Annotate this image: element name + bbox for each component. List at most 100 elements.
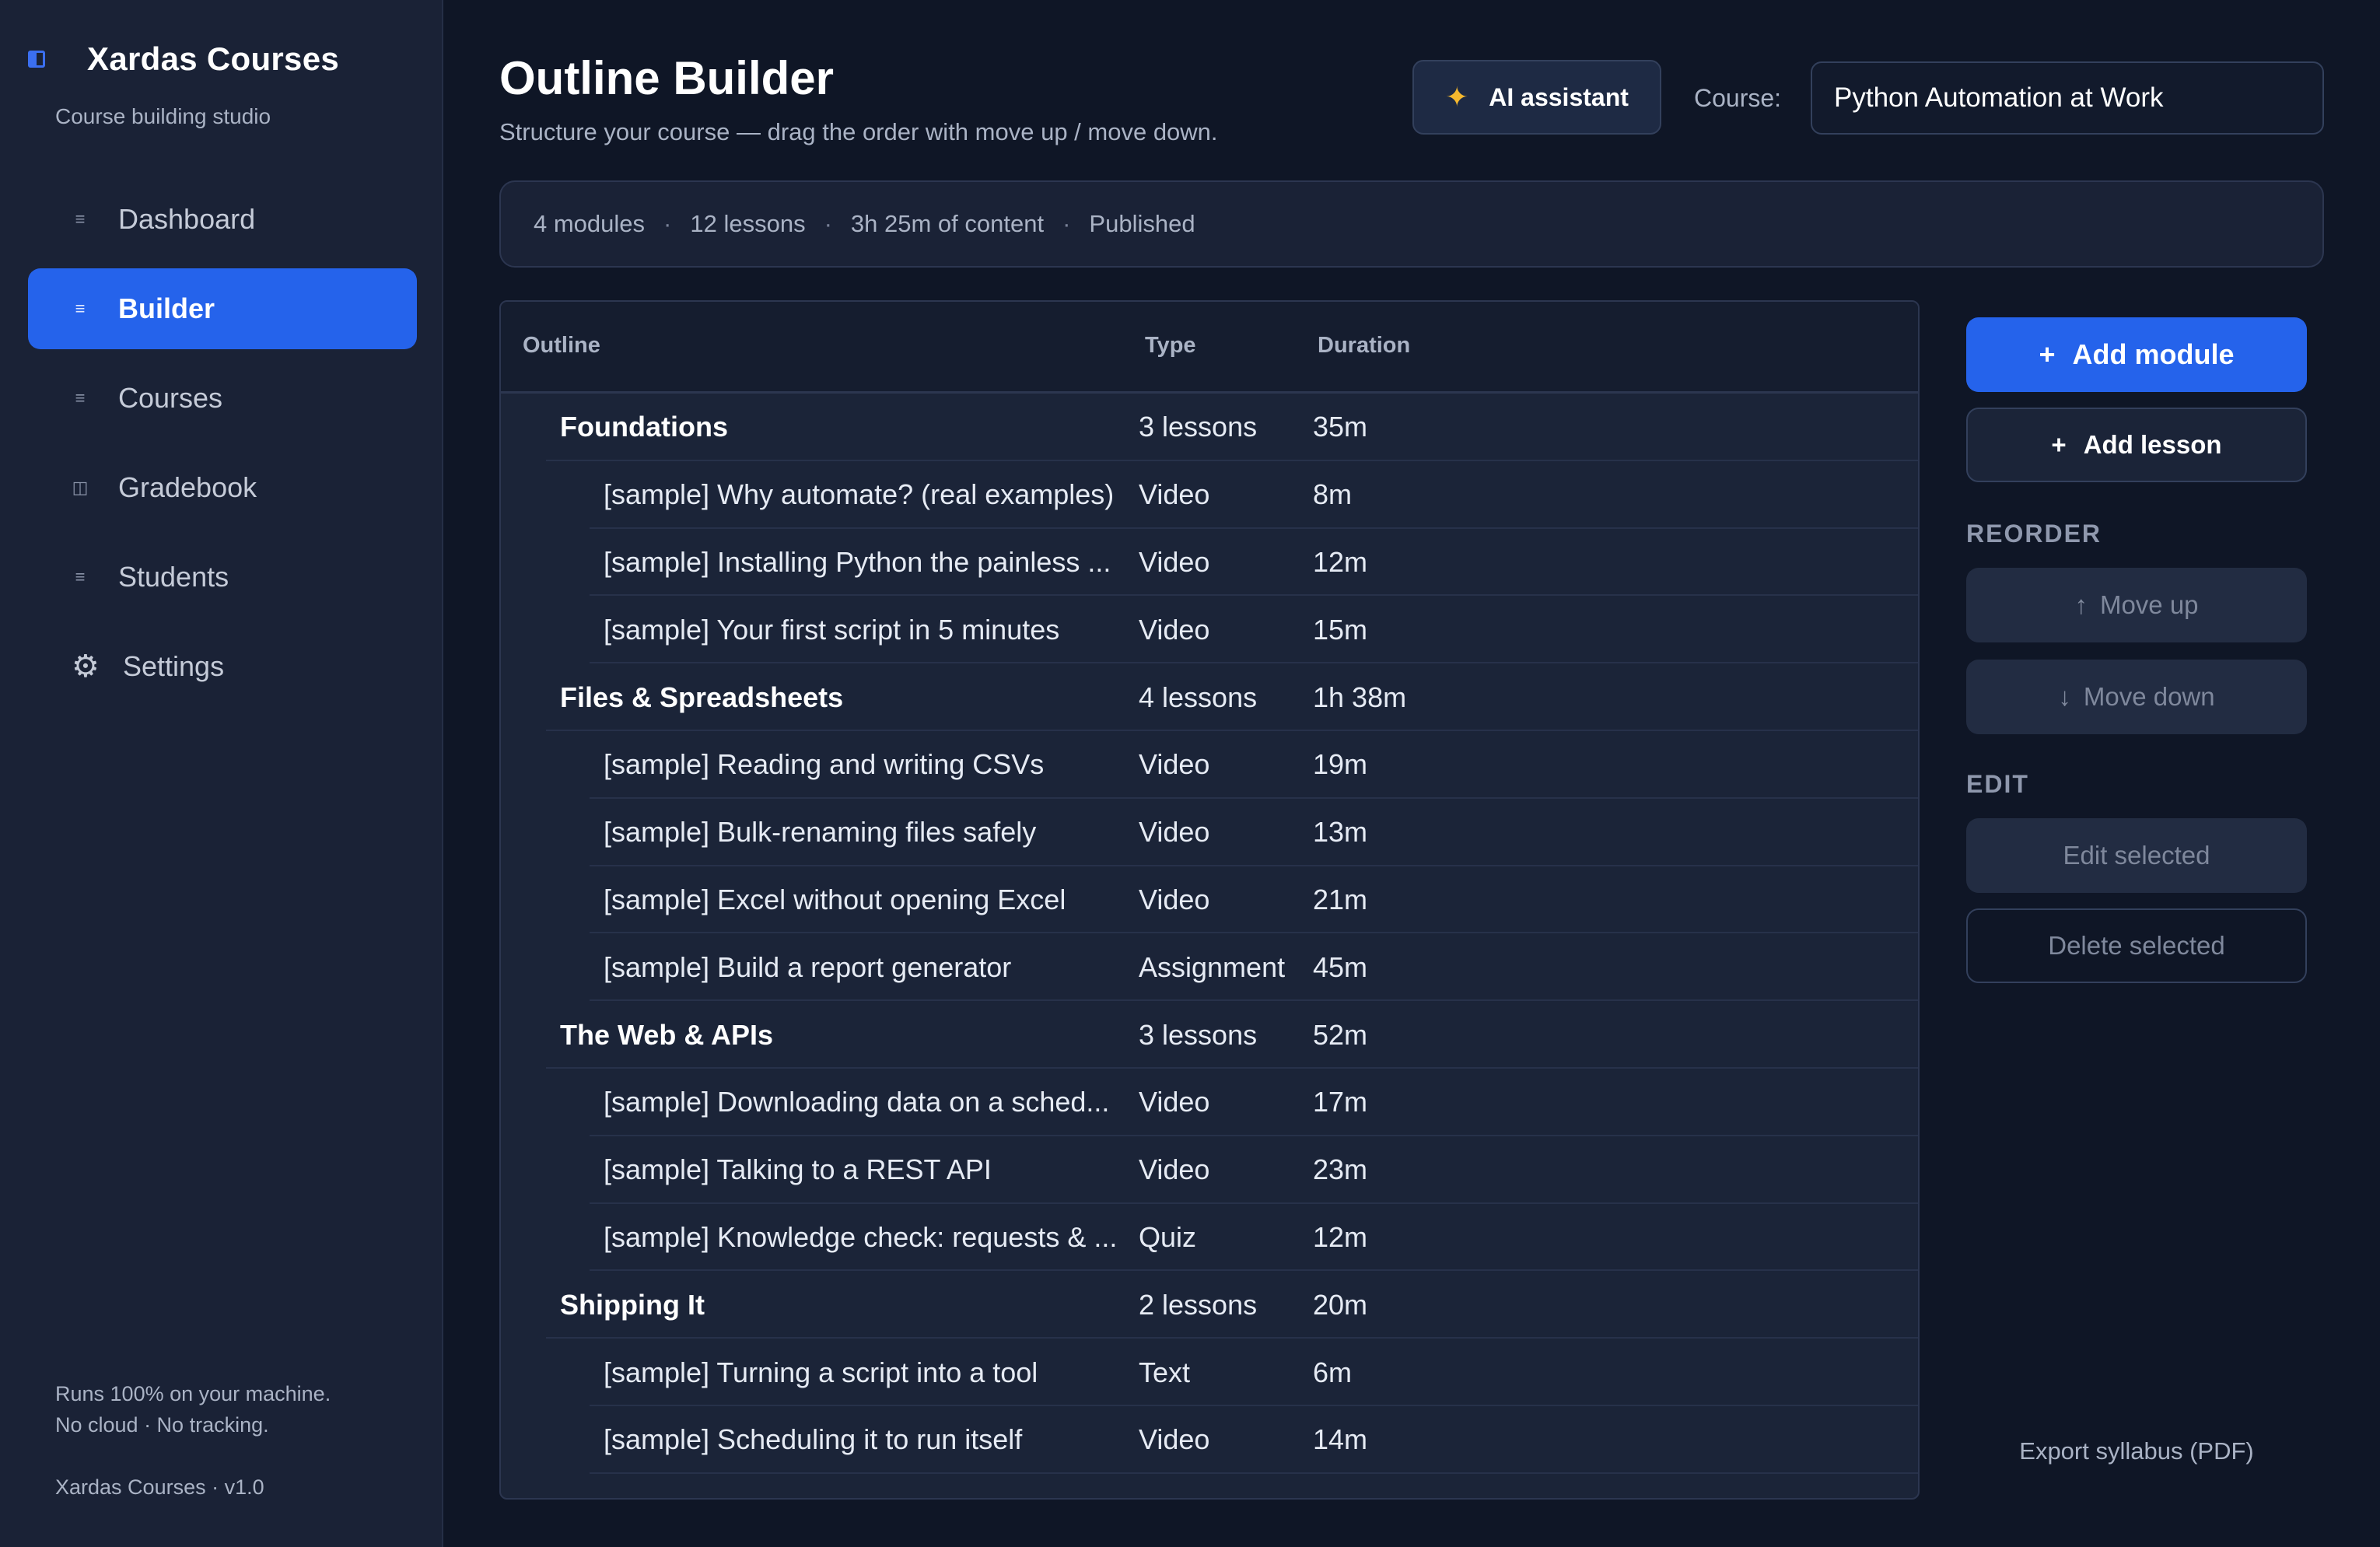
lesson-type: Video	[1139, 883, 1210, 915]
gear-icon: ⚙	[72, 649, 100, 684]
sidebar-item-gradebook[interactable]: ◫ Gradebook	[28, 447, 417, 528]
duration-cell: 15m	[1313, 613, 1368, 646]
column-header-outline: Outline	[523, 332, 600, 358]
ai-assistant-label: AI assistant	[1489, 82, 1629, 111]
list-icon: ≡	[75, 567, 86, 586]
edit-selected-label: Edit selected	[2063, 841, 2210, 870]
module-row[interactable]: Foundations 3 lessons 35m	[501, 394, 1918, 461]
lesson-type: Video	[1139, 1086, 1210, 1118]
sidebar-item-builder[interactable]: ≡ Builder	[28, 268, 417, 349]
lesson-row[interactable]: [sample] Reading and writing CSVs Video 19…	[501, 731, 1918, 799]
brand-title: Xardas Courses	[87, 40, 340, 77]
lesson-row[interactable]: [sample] Your first script in 5 minutes V…	[501, 596, 1918, 663]
course-selector[interactable]	[1811, 61, 2324, 135]
move-down-button[interactable]: ↓ Move down	[1966, 660, 2307, 734]
duration-cell: 21m	[1313, 883, 1368, 915]
plus-icon: +	[2051, 430, 2067, 459]
lesson-type: Video	[1139, 1153, 1210, 1186]
sparkle-icon: ✦	[1445, 81, 1469, 113]
module-lesson-count: 3 lessons	[1139, 1018, 1258, 1051]
page-subtitle: Structure your course — drag the order w…	[499, 118, 1218, 145]
table-body: Foundations 3 lessons 35m [sample] Why auto…	[501, 394, 1918, 1474]
status-badge: Published	[1089, 210, 1195, 237]
sidebar-item-students[interactable]: ≡ Students	[28, 537, 417, 618]
lesson-title: [sample] Excel without opening Excel	[604, 883, 1066, 915]
sidebar-item-settings[interactable]: ⚙ Settings	[28, 626, 417, 707]
lesson-row[interactable]: [sample] Turning a script into a tool Tex…	[501, 1339, 1918, 1406]
lesson-title: [sample] Bulk-renaming files safely	[604, 816, 1037, 849]
stats-separator: ·	[1062, 210, 1071, 237]
lesson-row[interactable]: [sample] Talking to a REST API Video 23m	[501, 1136, 1918, 1204]
privacy-note-line1: Runs 100% on your machine.	[55, 1382, 331, 1405]
lesson-title: [sample] Why automate? (real examples)	[604, 478, 1115, 511]
export-syllabus-link[interactable]: Export syllabus (PDF)	[1966, 1437, 2307, 1465]
lessons-count: 12 lessons	[690, 210, 806, 237]
lesson-row[interactable]: [sample] Build a report generator Assignm…	[501, 933, 1918, 1001]
version-label: Xardas Courses · v1.0	[55, 1475, 264, 1499]
module-lesson-count: 3 lessons	[1139, 411, 1258, 443]
column-header-duration: Duration	[1318, 332, 1411, 358]
book-icon: ◫	[72, 478, 89, 497]
lesson-row[interactable]: [sample] Installing Python the painless …	[501, 529, 1918, 597]
lesson-row[interactable]: [sample] Scheduling it to run itself Vide…	[501, 1406, 1918, 1474]
duration-cell: 19m	[1313, 748, 1368, 781]
duration-cell: 13m	[1313, 816, 1368, 849]
add-module-button[interactable]: + Add module	[1966, 317, 2307, 392]
sidebar: Xardas Courses Course building studio ≡ …	[0, 0, 443, 1547]
lesson-title: [sample] Talking to a REST API	[604, 1153, 992, 1186]
lesson-title: [sample] Installing Python the painless …	[604, 545, 1111, 578]
delete-selected-button[interactable]: Delete selected	[1966, 908, 2307, 983]
duration-cell: 45m	[1313, 950, 1368, 983]
lesson-row[interactable]: [sample] Bulk-renaming files safely Video…	[501, 799, 1918, 866]
lesson-row[interactable]: [sample] Downloading data on a sched... V…	[501, 1069, 1918, 1136]
lesson-type: Video	[1139, 545, 1210, 578]
stats-separator: ·	[663, 210, 672, 237]
privacy-note-line2: No cloud · No tracking.	[55, 1413, 269, 1437]
lesson-row[interactable]: [sample] Knowledge check: requests & ...…	[501, 1204, 1918, 1272]
lesson-title: [sample] Your first script in 5 minutes	[604, 613, 1060, 646]
ai-assistant-button[interactable]: ✦ AI assistant	[1412, 60, 1661, 135]
duration-cell: 35m	[1313, 411, 1368, 443]
move-down-label: Move down	[2083, 682, 2215, 711]
module-title: The Web & APIs	[560, 1018, 774, 1051]
duration-cell: 8m	[1313, 478, 1353, 511]
add-lesson-button[interactable]: + Add lesson	[1966, 408, 2307, 482]
module-row[interactable]: The Web & APIs 3 lessons 52m	[501, 1001, 1918, 1069]
outline-table: Outline Type Duration Foundations 3 lesso…	[499, 300, 1920, 1500]
duration-cell: 1h 38m	[1313, 681, 1407, 713]
sidebar-item-label: Dashboard	[118, 203, 256, 235]
duration-cell: 20m	[1313, 1288, 1368, 1321]
lesson-row[interactable]: [sample] Why automate? (real examples) Vi…	[501, 461, 1918, 529]
module-title: Files & Spreadsheets	[560, 681, 844, 713]
duration-cell: 12m	[1313, 545, 1368, 578]
move-up-label: Move up	[2099, 590, 2199, 619]
module-row[interactable]: Shipping It 2 lessons 20m	[501, 1271, 1918, 1339]
list-icon: ≡	[75, 299, 86, 318]
table-header: Outline Type Duration	[501, 302, 1918, 394]
brand: Xardas Courses	[28, 40, 339, 78]
lesson-type: Text	[1139, 1356, 1191, 1388]
duration-cell: 14m	[1313, 1423, 1368, 1456]
lesson-type: Video	[1139, 478, 1210, 511]
lesson-type: Video	[1139, 816, 1210, 849]
page-title: Outline Builder	[499, 52, 835, 104]
edit-section-label: EDIT	[1966, 770, 2029, 798]
module-row[interactable]: Files & Spreadsheets 4 lessons 1h 38m	[501, 663, 1918, 731]
brand-subtitle: Course building studio	[55, 104, 271, 128]
course-label: Course:	[1694, 84, 1782, 112]
sidebar-item-label: Builder	[118, 292, 215, 324]
duration-cell: 6m	[1313, 1356, 1353, 1388]
duration-cell: 17m	[1313, 1086, 1368, 1118]
lesson-row[interactable]: [sample] Excel without opening Excel Vide…	[501, 866, 1918, 934]
arrow-down-icon: ↓	[2058, 682, 2071, 711]
plus-icon: +	[2039, 338, 2056, 370]
duration-cell: 23m	[1313, 1153, 1368, 1186]
sidebar-item-courses[interactable]: ≡ Courses	[28, 358, 417, 439]
lesson-title: [sample] Reading and writing CSVs	[604, 748, 1045, 781]
edit-selected-button[interactable]: Edit selected	[1966, 818, 2307, 893]
sidebar-item-dashboard[interactable]: ≡ Dashboard	[28, 179, 417, 260]
duration-cell: 12m	[1313, 1220, 1368, 1253]
lesson-title: [sample] Knowledge check: requests & ...	[604, 1220, 1118, 1253]
lesson-type: Video	[1139, 1423, 1210, 1456]
move-up-button[interactable]: ↑ Move up	[1966, 568, 2307, 642]
